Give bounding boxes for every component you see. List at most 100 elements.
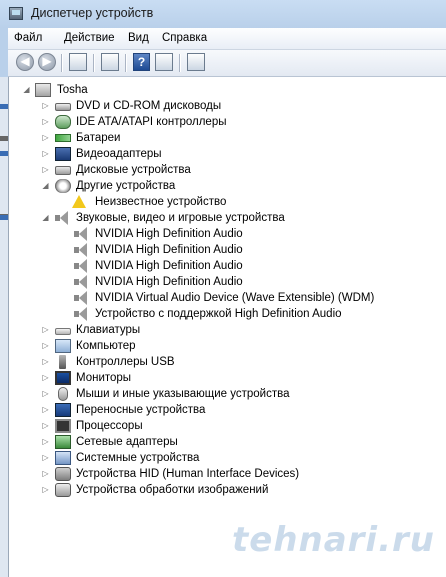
- title-bar[interactable]: Диспетчер устройств: [0, 0, 446, 28]
- expand-arrow-icon[interactable]: ▷: [41, 437, 50, 446]
- category-label: Мониторы: [76, 372, 132, 384]
- tree-category[interactable]: ▷ IDE ATA/ATAPI контроллеры: [9, 114, 446, 130]
- keyboard-icon: [55, 328, 71, 335]
- category-label: Батареи: [76, 132, 121, 144]
- expand-arrow-icon[interactable]: ▷: [41, 341, 50, 350]
- tree-root[interactable]: ◢ Tosha: [9, 82, 446, 98]
- expand-arrow-icon[interactable]: ▷: [41, 325, 50, 334]
- ide-controller-icon: [55, 115, 71, 129]
- back-arrow-icon[interactable]: ◀: [16, 53, 34, 71]
- expand-arrow-icon[interactable]: ▷: [41, 117, 50, 126]
- mouse-icon: [58, 387, 68, 401]
- category-label: Устройства HID (Human Interface Devices): [76, 468, 300, 480]
- tree-category[interactable]: ▷ Системные устройства: [9, 450, 446, 466]
- watermark-text: tehnari.ru: [232, 520, 435, 560]
- scan-hardware-icon[interactable]: [187, 53, 205, 71]
- collapse-arrow-icon[interactable]: ◢: [41, 181, 50, 190]
- expand-arrow-icon[interactable]: ▷: [41, 165, 50, 174]
- expand-arrow-icon[interactable]: ▷: [41, 149, 50, 158]
- tree-category[interactable]: ◢ Звуковые, видео и игровые устройства: [9, 210, 446, 226]
- tree-category[interactable]: ▷ Устройства HID (Human Interface Device…: [9, 466, 446, 482]
- tree-device[interactable]: NVIDIA High Definition Audio: [9, 274, 446, 290]
- properties-icon[interactable]: [101, 53, 119, 71]
- pane-marker: [0, 104, 8, 109]
- tree-category[interactable]: ▷ Переносные устройства: [9, 402, 446, 418]
- speaker-icon: [55, 211, 71, 225]
- toolbar: ◀ ▶ ?: [8, 50, 446, 77]
- category-label: DVD и CD-ROM дисководы: [76, 100, 222, 112]
- category-label: Контроллеры USB: [76, 356, 175, 368]
- device-label: Устройство с поддержкой High Definition …: [95, 308, 342, 320]
- expand-arrow-icon[interactable]: ▷: [41, 389, 50, 398]
- other-devices-icon: [55, 179, 71, 193]
- category-label: Дисковые устройства: [76, 164, 191, 176]
- hid-icon: [55, 467, 71, 481]
- tree-device[interactable]: NVIDIA High Definition Audio: [9, 242, 446, 258]
- expand-arrow-icon[interactable]: ▷: [41, 453, 50, 462]
- expand-arrow-icon[interactable]: ▷: [41, 405, 50, 414]
- category-label: Компьютер: [76, 340, 136, 352]
- expand-arrow-icon[interactable]: ▷: [41, 101, 50, 110]
- speaker-icon: [74, 259, 90, 273]
- tree-category[interactable]: ▷ Мыши и иные указывающие устройства: [9, 386, 446, 402]
- speaker-icon: [74, 227, 90, 241]
- collapse-arrow-icon[interactable]: ◢: [41, 213, 50, 222]
- network-adapter-icon: [55, 435, 71, 449]
- tree-category[interactable]: ▷ Видеоадаптеры: [9, 146, 446, 162]
- toolbar-separator: [61, 54, 63, 72]
- menu-bar: Файл Действие Вид Справка: [8, 28, 446, 50]
- tree-category[interactable]: ▷ Клавиатуры: [9, 322, 446, 338]
- device-label: NVIDIA High Definition Audio: [95, 244, 243, 256]
- expand-arrow-icon[interactable]: ▷: [41, 133, 50, 142]
- tree-category[interactable]: ▷ Процессоры: [9, 418, 446, 434]
- forward-arrow-icon[interactable]: ▶: [38, 53, 56, 71]
- disk-drive-icon: [55, 103, 71, 111]
- tree-category[interactable]: ▷ Дисковые устройства: [9, 162, 446, 178]
- help-icon[interactable]: ?: [133, 53, 150, 71]
- tree-category[interactable]: ▷ Мониторы: [9, 370, 446, 386]
- device-label: Неизвестное устройство: [95, 196, 227, 208]
- tree-category[interactable]: ▷ DVD и CD-ROM дисководы: [9, 98, 446, 114]
- device-label: NVIDIA High Definition Audio: [95, 260, 243, 272]
- tree-category[interactable]: ◢ Другие устройства: [9, 178, 446, 194]
- imaging-device-icon: [55, 483, 71, 497]
- warning-icon: [72, 195, 86, 208]
- expand-arrow-icon[interactable]: ▷: [41, 421, 50, 430]
- category-label: Клавиатуры: [76, 324, 141, 336]
- show-hide-tree-icon[interactable]: [69, 53, 87, 71]
- collapse-arrow-icon[interactable]: ◢: [22, 85, 31, 94]
- run-action-icon[interactable]: [155, 53, 173, 71]
- display-adapter-icon: [55, 147, 71, 161]
- menu-file[interactable]: Файл: [14, 32, 42, 44]
- category-label: Переносные устройства: [76, 404, 206, 416]
- left-pane-edge: [0, 77, 8, 577]
- tree-category[interactable]: ▷ Сетевые адаптеры: [9, 434, 446, 450]
- tree-category[interactable]: ▷ Компьютер: [9, 338, 446, 354]
- tree-device[interactable]: NVIDIA High Definition Audio: [9, 258, 446, 274]
- expand-arrow-icon[interactable]: ▷: [41, 357, 50, 366]
- pane-marker: [0, 215, 8, 220]
- tree-category[interactable]: ▷ Контроллеры USB: [9, 354, 446, 370]
- tree-device[interactable]: Неизвестное устройство: [9, 194, 446, 210]
- monitor-icon: [55, 371, 71, 385]
- speaker-icon: [74, 243, 90, 257]
- expand-arrow-icon[interactable]: ▷: [41, 373, 50, 382]
- category-label: Мыши и иные указывающие устройства: [76, 388, 290, 400]
- category-label: Сетевые адаптеры: [76, 436, 178, 448]
- expand-arrow-icon[interactable]: ▷: [41, 485, 50, 494]
- menu-view[interactable]: Вид: [128, 32, 149, 44]
- expand-arrow-icon[interactable]: ▷: [41, 469, 50, 478]
- battery-icon: [55, 134, 71, 142]
- tree-category[interactable]: ▷ Батареи: [9, 130, 446, 146]
- device-label: NVIDIA Virtual Audio Device (Wave Extens…: [95, 292, 375, 304]
- tree-category[interactable]: ▷ Устройства обработки изображений: [9, 482, 446, 498]
- toolbar-separator: [125, 54, 127, 72]
- category-label: Устройства обработки изображений: [76, 484, 269, 496]
- menu-action[interactable]: Действие: [64, 32, 115, 44]
- tree-device[interactable]: Устройство с поддержкой High Definition …: [9, 306, 446, 322]
- tree-device[interactable]: NVIDIA High Definition Audio: [9, 226, 446, 242]
- pane-marker: [0, 151, 8, 156]
- menu-help[interactable]: Справка: [162, 32, 207, 44]
- tree-device[interactable]: NVIDIA Virtual Audio Device (Wave Extens…: [9, 290, 446, 306]
- category-label: Видеоадаптеры: [76, 148, 162, 160]
